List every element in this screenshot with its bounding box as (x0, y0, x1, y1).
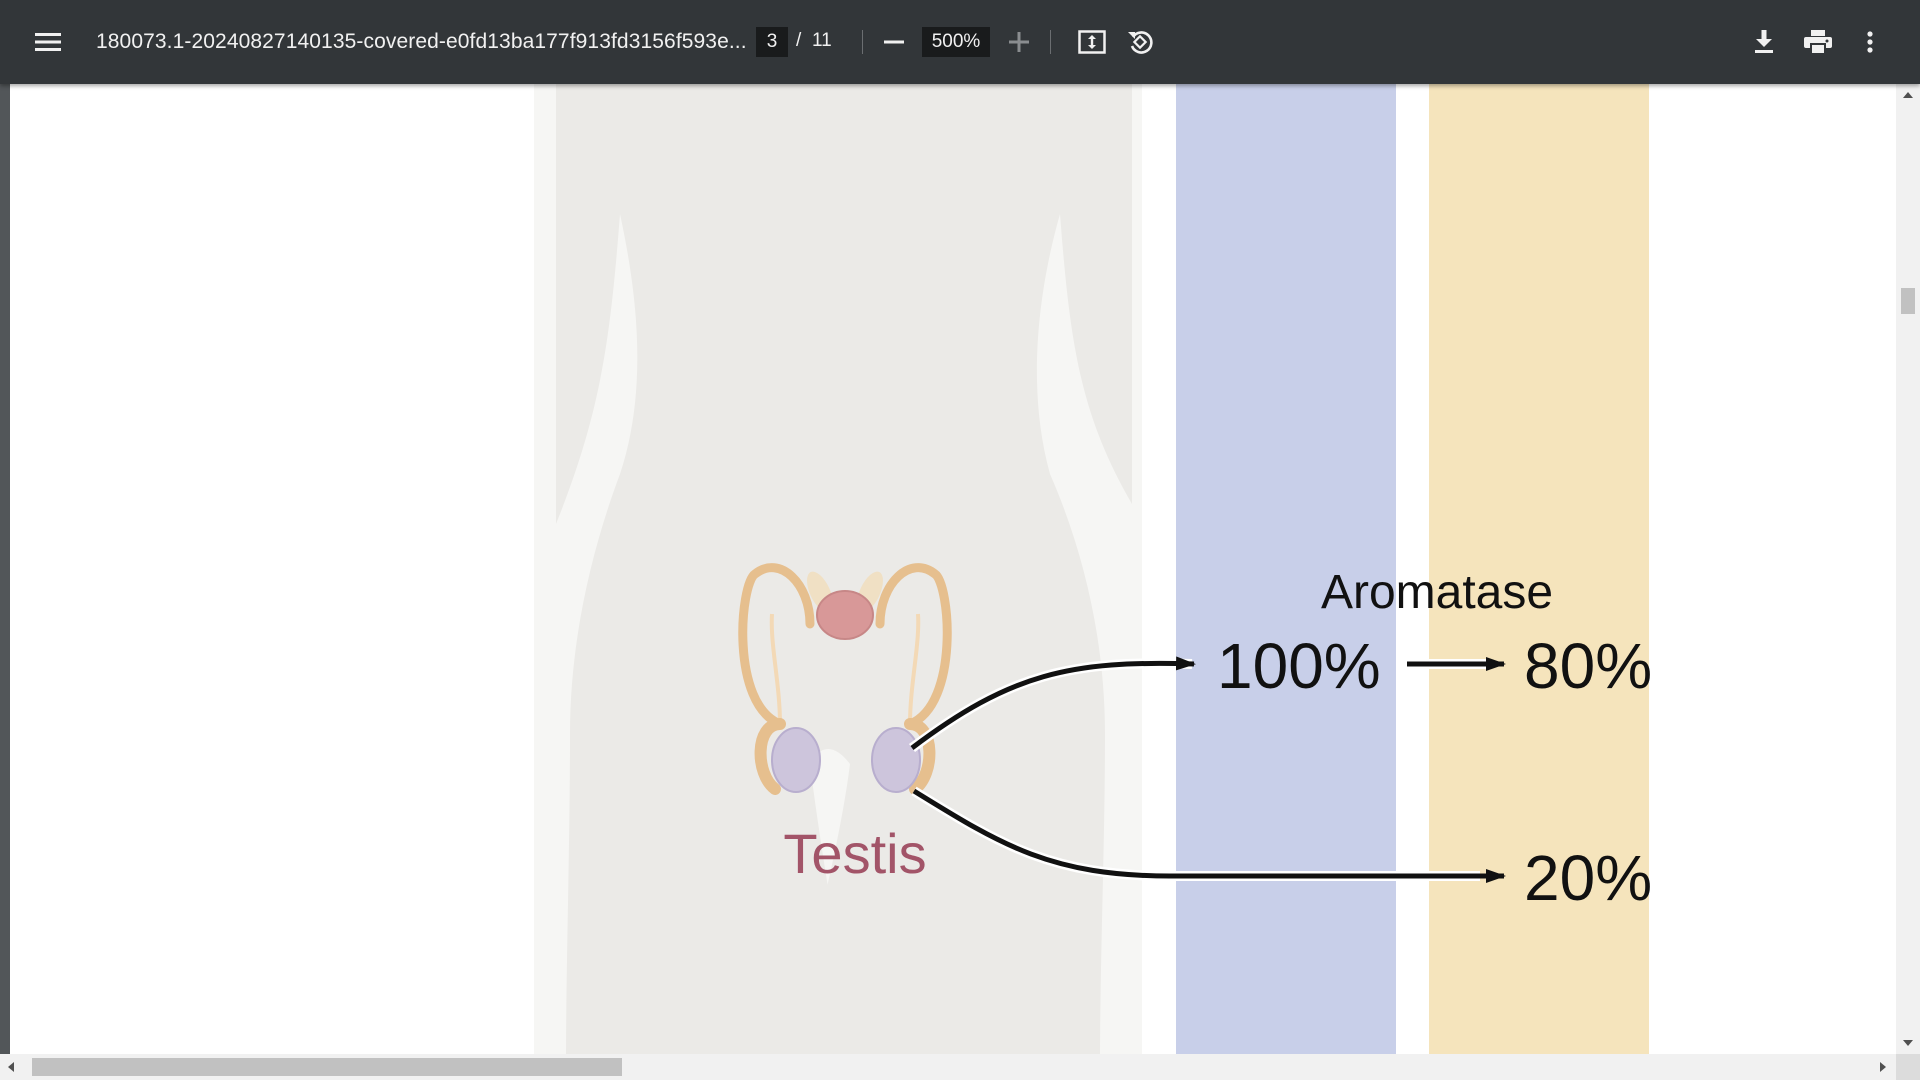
zoom-level-input[interactable] (922, 27, 990, 57)
scroll-left-icon[interactable] (8, 1062, 14, 1072)
page-number-input[interactable] (756, 27, 788, 57)
toolbar-divider (1050, 30, 1051, 54)
pdf-viewer[interactable]: Aromatase 100% 80% 20% Testis (0, 84, 1920, 1080)
fit-to-page-icon[interactable] (1070, 20, 1114, 64)
figure-illustration: Aromatase 100% 80% 20% Testis (534, 84, 1652, 1054)
scroll-up-icon[interactable] (1903, 92, 1913, 98)
total-pages: 11 (812, 30, 832, 51)
horizontal-scrollbar[interactable] (0, 1054, 1920, 1080)
minus-icon[interactable] (872, 20, 916, 64)
vertical-scrollbar[interactable] (1896, 84, 1920, 1054)
horizontal-scroll-thumb[interactable] (32, 1058, 622, 1076)
aromatase-label: Aromatase (1321, 566, 1553, 619)
testis-label: Testis (783, 822, 926, 885)
value-20-percent: 20% (1524, 842, 1652, 914)
plus-icon[interactable] (997, 20, 1041, 64)
scroll-right-icon[interactable] (1880, 1062, 1886, 1072)
value-80-percent: 80% (1524, 630, 1652, 702)
vertical-scroll-thumb[interactable] (1901, 288, 1915, 314)
toolbar-divider (862, 30, 863, 54)
pdf-page: Aromatase 100% 80% 20% Testis (10, 84, 1896, 1054)
value-100-percent: 100% (1217, 630, 1381, 702)
print-icon[interactable] (1796, 20, 1840, 64)
testis-right (871, 727, 921, 793)
scroll-down-icon[interactable] (1903, 1040, 1913, 1046)
more-vertical-icon[interactable] (1848, 20, 1892, 64)
hamburger-menu-icon[interactable] (26, 20, 70, 64)
rotate-counterclockwise-icon[interactable] (1118, 20, 1162, 64)
body-silhouette (534, 84, 1142, 1054)
download-icon[interactable] (1742, 20, 1786, 64)
page-separator: / (796, 30, 802, 51)
document-title: 180073.1-20240827140135-covered-e0fd13ba… (96, 30, 747, 53)
pdf-toolbar: 180073.1-20240827140135-covered-e0fd13ba… (0, 0, 1920, 84)
scrollbar-corner (1896, 1054, 1920, 1080)
testis-left (771, 727, 821, 793)
